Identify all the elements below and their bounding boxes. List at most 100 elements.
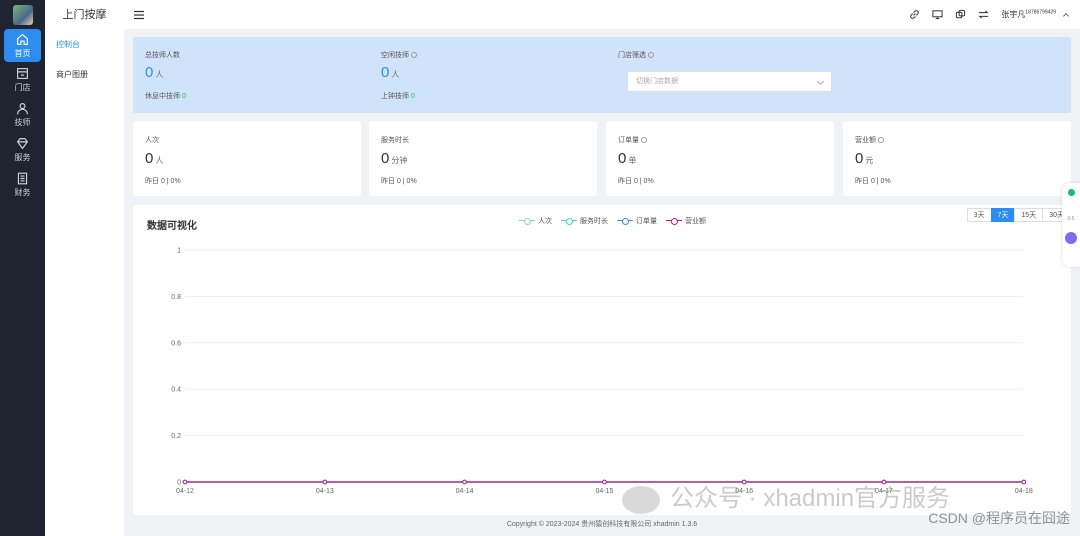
x-tick-label: 04-13 bbox=[316, 488, 334, 495]
rail-item-finance[interactable]: 财务 bbox=[0, 167, 45, 202]
assistant-avatar-icon[interactable] bbox=[1065, 232, 1077, 244]
rail-item-service[interactable]: 服务 bbox=[0, 132, 45, 167]
floating-widget[interactable]: 0.5 bbox=[1062, 183, 1080, 267]
monitor-icon[interactable] bbox=[932, 9, 943, 20]
legend-label: 服务时长 bbox=[580, 218, 608, 225]
store-filter-label-row: 门店筛选 bbox=[618, 37, 654, 60]
user-name: 张宇凡18786799429 bbox=[1001, 9, 1056, 20]
y-tick-label: 1 bbox=[177, 248, 181, 255]
diamond-icon bbox=[16, 137, 29, 149]
user-id: 18786799429 bbox=[1025, 9, 1056, 16]
stat-sub-label: 休息中技师 bbox=[145, 93, 180, 100]
store-filter-label: 门店筛选 bbox=[618, 52, 646, 59]
card-label-row: 营业额 bbox=[855, 135, 1071, 145]
card-unit: 元 bbox=[865, 156, 874, 165]
legend-item[interactable]: 服务时长 bbox=[561, 216, 608, 226]
submenu-item-dashboard[interactable]: 控制台 bbox=[45, 30, 124, 60]
book-icon bbox=[17, 172, 28, 184]
csdn-watermark: CSDN @程序员在囧途 bbox=[928, 510, 1070, 526]
legend-swatch bbox=[519, 218, 535, 225]
chevron-up-icon bbox=[1063, 12, 1069, 17]
idle-tech-stat: 空闲技师 0人 上钟技师 0 bbox=[381, 37, 417, 101]
user-menu[interactable]: 张宇凡18786799429 bbox=[1001, 9, 1070, 20]
x-tick-label: 04-15 bbox=[595, 488, 613, 495]
stat-number: 0 bbox=[145, 64, 154, 81]
stat-unit: 人 bbox=[155, 70, 164, 79]
data-point bbox=[322, 479, 328, 485]
watermark-text: 公众号 · xhadmin官方服务 bbox=[670, 485, 951, 512]
x-tick-label: 04-18 bbox=[1015, 488, 1033, 495]
total-tech-stat: 总技师人数 0人 休息中技师 0 bbox=[145, 37, 186, 101]
stat-sub-label: 上钟技师 bbox=[381, 93, 409, 100]
card-label-row: 订单量 bbox=[618, 135, 834, 145]
y-tick-label: 0 bbox=[177, 480, 181, 487]
menu-toggle-icon[interactable] bbox=[133, 9, 145, 21]
rail-item-label: 财务 bbox=[14, 187, 31, 197]
chart-legend: 人次 服务时长 订单量 营业额 bbox=[519, 216, 706, 226]
legend-item[interactable]: 人次 bbox=[519, 216, 552, 226]
data-point bbox=[182, 479, 188, 485]
legend-item[interactable]: 订单量 bbox=[617, 216, 657, 226]
user-icon bbox=[17, 102, 28, 114]
store-icon bbox=[17, 67, 28, 79]
secondary-menu: 上门按摩 控制台 商户图册 bbox=[45, 0, 124, 536]
stat-number: 0 bbox=[381, 64, 390, 81]
status-dot-icon bbox=[1067, 189, 1075, 196]
card-number: 0 bbox=[381, 150, 390, 167]
data-point bbox=[462, 479, 467, 485]
card-number: 0 bbox=[855, 150, 864, 167]
rail-item-store[interactable]: 门店 bbox=[0, 62, 45, 97]
watermark: 公众号 · xhadmin官方服务 bbox=[622, 478, 950, 514]
card-sub: 昨日 0 | 0% bbox=[381, 178, 417, 185]
rail-item-tech[interactable]: 技师 bbox=[0, 97, 45, 132]
swap-icon[interactable] bbox=[978, 9, 989, 20]
stat-sub-value: 0 bbox=[411, 93, 415, 100]
store-filter-placeholder: 切换门店数据 bbox=[636, 78, 678, 85]
store-filter-select[interactable]: 切换门店数据 bbox=[627, 71, 832, 92]
stat-card-orders: 订单量 0单 昨日 0 | 0% bbox=[606, 121, 834, 196]
info-icon[interactable] bbox=[411, 52, 417, 59]
legend-label: 人次 bbox=[538, 218, 552, 225]
card-unit: 分钟 bbox=[391, 156, 408, 165]
icon-rail: 首页 门店 技师 服务 财务 bbox=[0, 0, 45, 536]
card-unit: 单 bbox=[628, 156, 637, 165]
stat-value: 0人 bbox=[145, 64, 186, 81]
stat-card-duration: 服务时长 0 分钟 昨日 0 | 0% bbox=[369, 121, 597, 196]
stat-card-visits: 人次 0人 昨日 0 | 0% bbox=[133, 121, 361, 196]
x-tick-label: 04-14 bbox=[456, 488, 474, 495]
range-3d[interactable]: 3天 bbox=[966, 208, 992, 222]
copy-icon[interactable] bbox=[955, 9, 966, 20]
y-tick-label: 0.8 bbox=[171, 294, 181, 301]
info-icon[interactable] bbox=[648, 52, 654, 59]
x-tick-label: 04-12 bbox=[176, 488, 194, 495]
rail-item-label: 门店 bbox=[14, 82, 31, 92]
data-point bbox=[1021, 479, 1027, 485]
card-value: 0 分钟 bbox=[381, 150, 597, 167]
card-number: 0 bbox=[618, 150, 627, 167]
submenu-item-album[interactable]: 商户图册 bbox=[45, 60, 124, 90]
data-point bbox=[602, 479, 607, 485]
range-7d[interactable]: 7天 bbox=[990, 208, 1016, 222]
stat-value: 0人 bbox=[381, 64, 417, 81]
rail-item-label: 首页 bbox=[14, 48, 31, 58]
info-icon[interactable] bbox=[878, 137, 884, 144]
line-chart: 00.20.40.60.8104-12 04-13 04-14 04-15 04-16 0… bbox=[171, 248, 1033, 496]
stat-sub: 休息中技师 0 bbox=[145, 91, 186, 101]
card-label: 订单量 bbox=[618, 137, 639, 144]
range-toggle: 3天 7天 15天 30天 bbox=[966, 208, 1071, 222]
stat-sub-value: 0 bbox=[182, 93, 186, 100]
stat-label: 总技师人数 bbox=[145, 52, 180, 59]
range-15d[interactable]: 15天 bbox=[1014, 208, 1044, 222]
rail-item-label: 技师 bbox=[14, 117, 31, 127]
card-value: 0元 bbox=[855, 150, 1071, 167]
stat-label-row: 空闲技师 bbox=[381, 50, 417, 60]
rail-item-home[interactable]: 首页 bbox=[4, 29, 41, 62]
avatar-logo[interactable] bbox=[12, 5, 33, 25]
legend-item[interactable]: 营业额 bbox=[666, 216, 706, 226]
link-icon[interactable] bbox=[909, 9, 920, 20]
card-sub: 昨日 0 | 0% bbox=[145, 178, 181, 185]
info-icon[interactable] bbox=[641, 137, 647, 144]
rail-item-label: 服务 bbox=[14, 152, 31, 162]
legend-swatch bbox=[617, 218, 633, 225]
chevron-down-icon bbox=[816, 77, 825, 86]
